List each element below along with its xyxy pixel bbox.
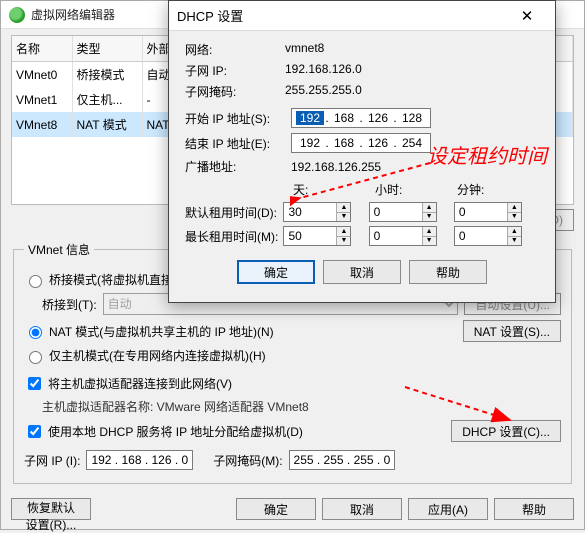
main-apply-button[interactable]: 应用(A) <box>408 498 488 520</box>
chevron-up-icon[interactable]: ▲ <box>508 203 521 213</box>
main-cancel-button[interactable]: 取消 <box>322 498 402 520</box>
chevron-down-icon[interactable]: ▼ <box>337 213 350 222</box>
subnet-ip-label: 子网 IP (I): <box>24 452 80 469</box>
network-label: 网络: <box>185 41 285 58</box>
max-lease-hours[interactable]: ▲▼ <box>369 226 437 246</box>
chevron-down-icon[interactable]: ▼ <box>423 213 436 222</box>
dialog-cancel-button[interactable]: 取消 <box>323 260 401 284</box>
chevron-down-icon[interactable]: ▼ <box>337 237 350 246</box>
broadcast-label: 广播地址: <box>185 158 285 175</box>
host-adapter-checkbox[interactable]: 将主机虚拟适配器连接到此网络(V) <box>24 374 232 393</box>
chevron-up-icon[interactable]: ▲ <box>337 227 350 237</box>
vmnet-legend: VMnet 信息 <box>24 241 94 258</box>
dialog-ok-button[interactable]: 确定 <box>237 260 315 284</box>
close-button[interactable]: ✕ <box>507 2 547 30</box>
subnet-mask-label: 子网掩码: <box>185 83 285 100</box>
max-lease-days[interactable]: ▲▼ <box>283 226 351 246</box>
chevron-up-icon[interactable]: ▲ <box>337 203 350 213</box>
subnet-mask-label: 子网掩码(M): <box>213 452 282 469</box>
dhcp-settings-button[interactable]: DHCP 设置(C)... <box>451 420 561 442</box>
host-adapter-name: 主机虚拟适配器名称: VMware 网络适配器 VMnet8 <box>42 398 309 415</box>
dhcp-checkbox[interactable]: 使用本地 DHCP 服务将 IP 地址分配给虚拟机(D) <box>24 422 303 441</box>
chevron-up-icon[interactable]: ▲ <box>508 227 521 237</box>
subnet-ip-value: 192.168.126.0 <box>285 62 539 79</box>
col-type[interactable]: 类型 <box>72 36 142 62</box>
chevron-up-icon[interactable]: ▲ <box>423 227 436 237</box>
main-help-button[interactable]: 帮助 <box>494 498 574 520</box>
main-title: 虚拟网络编辑器 <box>31 6 115 23</box>
chevron-down-icon[interactable]: ▼ <box>508 213 521 222</box>
app-icon <box>9 7 25 23</box>
chevron-down-icon[interactable]: ▼ <box>423 237 436 246</box>
max-lease-label: 最长租用时间(M): <box>185 228 283 245</box>
restore-defaults-button[interactable]: 恢复默认设置(R)... <box>11 498 91 520</box>
network-value: vmnet8 <box>285 41 539 58</box>
subnet-mask-value: 255.255.255.0 <box>285 83 539 100</box>
dialog-help-button[interactable]: 帮助 <box>409 260 487 284</box>
main-ok-button[interactable]: 确定 <box>236 498 316 520</box>
hostonly-radio[interactable]: 仅主机模式(在专用网络内连接虚拟机)(H) <box>24 347 266 364</box>
col-days: 天: <box>293 181 375 198</box>
default-lease-days[interactable]: ▲▼ <box>283 202 351 222</box>
bridge-to-label: 桥接到(T): <box>42 296 97 313</box>
dialog-titlebar[interactable]: DHCP 设置 ✕ <box>169 1 555 31</box>
broadcast-value: 192.168.126.255 <box>291 160 381 174</box>
default-lease-hours[interactable]: ▲▼ <box>369 202 437 222</box>
default-lease-minutes[interactable]: ▲▼ <box>454 202 522 222</box>
nat-settings-button[interactable]: NAT 设置(S)... <box>463 320 561 342</box>
close-icon: ✕ <box>521 7 534 25</box>
chevron-down-icon[interactable]: ▼ <box>508 237 521 246</box>
start-ip-label: 开始 IP 地址(S): <box>185 110 285 127</box>
col-name[interactable]: 名称 <box>12 36 72 62</box>
dialog-body: 网络: vmnet8 子网 IP: 192.168.126.0 子网掩码: 25… <box>169 31 555 302</box>
main-footer: 恢复默认设置(R)... 确定 取消 应用(A) 帮助 <box>1 492 584 526</box>
subnet-ip-input[interactable]: 192 . 168 . 126 . 0 <box>86 450 193 470</box>
nat-radio[interactable]: NAT 模式(与虚拟机共享主机的 IP 地址)(N) <box>24 323 274 340</box>
col-minutes: 分钟: <box>457 181 539 198</box>
chevron-up-icon[interactable]: ▲ <box>423 203 436 213</box>
subnet-mask-input[interactable]: 255 . 255 . 255 . 0 <box>289 450 396 470</box>
col-hours: 小时: <box>375 181 457 198</box>
dhcp-settings-dialog: DHCP 设置 ✕ 网络: vmnet8 子网 IP: 192.168.126.… <box>168 0 556 303</box>
end-ip-input[interactable]: 192. 168. 126. 254 <box>291 133 431 153</box>
max-lease-minutes[interactable]: ▲▼ <box>454 226 522 246</box>
end-ip-label: 结束 IP 地址(E): <box>185 135 285 152</box>
start-ip-input[interactable]: 192. 168. 126. 128 <box>291 108 431 128</box>
subnet-ip-label: 子网 IP: <box>185 62 285 79</box>
default-lease-label: 默认租用时间(D): <box>185 204 283 221</box>
dialog-title: DHCP 设置 <box>177 6 507 25</box>
